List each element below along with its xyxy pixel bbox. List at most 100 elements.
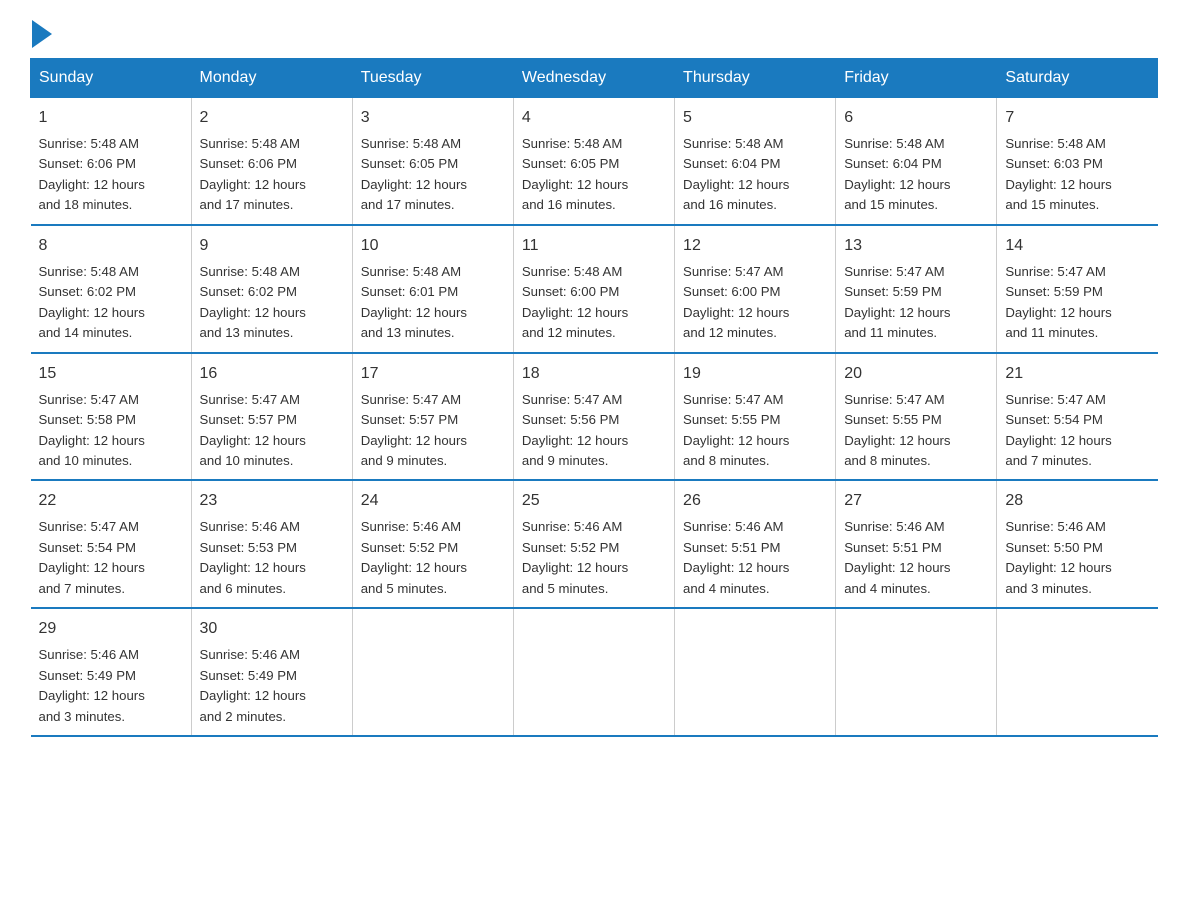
cell-content: Sunrise: 5:46 AMSunset: 5:49 PMDaylight:… <box>39 645 183 727</box>
cell-content: Sunrise: 5:47 AMSunset: 5:57 PMDaylight:… <box>200 390 344 472</box>
day-number: 22 <box>39 489 183 513</box>
calendar-cell: 16 Sunrise: 5:47 AMSunset: 5:57 PMDayligh… <box>191 353 352 481</box>
calendar-cell <box>513 608 674 736</box>
cell-content: Sunrise: 5:46 AMSunset: 5:52 PMDaylight:… <box>361 517 505 599</box>
calendar-cell: 27 Sunrise: 5:46 AMSunset: 5:51 PMDayligh… <box>836 480 997 608</box>
day-number: 30 <box>200 617 344 641</box>
calendar-cell: 19 Sunrise: 5:47 AMSunset: 5:55 PMDayligh… <box>675 353 836 481</box>
cell-content: Sunrise: 5:47 AMSunset: 5:54 PMDaylight:… <box>1005 390 1149 472</box>
day-number: 21 <box>1005 362 1149 386</box>
week-row-2: 8 Sunrise: 5:48 AMSunset: 6:02 PMDaylight… <box>31 225 1158 353</box>
calendar-cell: 28 Sunrise: 5:46 AMSunset: 5:50 PMDayligh… <box>997 480 1158 608</box>
day-number: 5 <box>683 106 827 130</box>
calendar-cell: 13Sunrise: 5:47 AMSunset: 5:59 PMDayligh… <box>836 225 997 353</box>
cell-content: Sunrise: 5:46 AMSunset: 5:53 PMDaylight:… <box>200 517 344 599</box>
cell-content: Sunrise: 5:46 AMSunset: 5:52 PMDaylight:… <box>522 517 666 599</box>
calendar-cell: 18Sunrise: 5:47 AMSunset: 5:56 PMDayligh… <box>513 353 674 481</box>
calendar-cell: 15 Sunrise: 5:47 AMSunset: 5:58 PMDayligh… <box>31 353 192 481</box>
calendar-cell: 1Sunrise: 5:48 AMSunset: 6:06 PMDaylight… <box>31 98 192 225</box>
calendar-cell: 2 Sunrise: 5:48 AMSunset: 6:06 PMDaylight… <box>191 98 352 225</box>
header-sunday: Sunday <box>31 59 192 98</box>
calendar-cell <box>997 608 1158 736</box>
cell-content: Sunrise: 5:48 AMSunset: 6:06 PMDaylight:… <box>200 134 344 216</box>
cell-content: Sunrise: 5:48 AMSunset: 6:02 PMDaylight:… <box>200 262 344 344</box>
day-number: 10 <box>361 234 505 258</box>
day-number: 1 <box>39 106 183 130</box>
day-number: 14 <box>1005 234 1149 258</box>
cell-content: Sunrise: 5:48 AMSunset: 6:02 PMDaylight:… <box>39 262 183 344</box>
logo <box>30 20 52 48</box>
day-number: 7 <box>1005 106 1149 130</box>
day-number: 8 <box>39 234 183 258</box>
week-row-3: 15 Sunrise: 5:47 AMSunset: 5:58 PMDayligh… <box>31 353 1158 481</box>
day-number: 11 <box>522 234 666 258</box>
header-monday: Monday <box>191 59 352 98</box>
cell-content: Sunrise: 5:48 AMSunset: 6:04 PMDaylight:… <box>683 134 827 216</box>
day-number: 27 <box>844 489 988 513</box>
calendar-cell: 29 Sunrise: 5:46 AMSunset: 5:49 PMDayligh… <box>31 608 192 736</box>
cell-content: Sunrise: 5:47 AMSunset: 5:55 PMDaylight:… <box>844 390 988 472</box>
cell-content: Sunrise: 5:46 AMSunset: 5:51 PMDaylight:… <box>683 517 827 599</box>
cell-content: Sunrise: 5:47 AMSunset: 5:57 PMDaylight:… <box>361 390 505 472</box>
calendar-cell: 5 Sunrise: 5:48 AMSunset: 6:04 PMDaylight… <box>675 98 836 225</box>
calendar-cell: 3 Sunrise: 5:48 AMSunset: 6:05 PMDaylight… <box>352 98 513 225</box>
calendar-cell: 7 Sunrise: 5:48 AMSunset: 6:03 PMDaylight… <box>997 98 1158 225</box>
cell-content: Sunrise: 5:46 AMSunset: 5:50 PMDaylight:… <box>1005 517 1149 599</box>
calendar-cell: 23Sunrise: 5:46 AMSunset: 5:53 PMDayligh… <box>191 480 352 608</box>
calendar-cell <box>836 608 997 736</box>
calendar-cell: 20 Sunrise: 5:47 AMSunset: 5:55 PMDayligh… <box>836 353 997 481</box>
cell-content: Sunrise: 5:48 AMSunset: 6:00 PMDaylight:… <box>522 262 666 344</box>
cell-content: Sunrise: 5:47 AMSunset: 6:00 PMDaylight:… <box>683 262 827 344</box>
day-number: 2 <box>200 106 344 130</box>
calendar-cell <box>352 608 513 736</box>
day-number: 29 <box>39 617 183 641</box>
day-number: 28 <box>1005 489 1149 513</box>
calendar-cell: 14 Sunrise: 5:47 AMSunset: 5:59 PMDayligh… <box>997 225 1158 353</box>
cell-content: Sunrise: 5:48 AMSunset: 6:05 PMDaylight:… <box>522 134 666 216</box>
cell-content: Sunrise: 5:48 AMSunset: 6:03 PMDaylight:… <box>1005 134 1149 216</box>
calendar-cell: 17 Sunrise: 5:47 AMSunset: 5:57 PMDayligh… <box>352 353 513 481</box>
week-row-5: 29 Sunrise: 5:46 AMSunset: 5:49 PMDayligh… <box>31 608 1158 736</box>
week-row-4: 22 Sunrise: 5:47 AMSunset: 5:54 PMDayligh… <box>31 480 1158 608</box>
calendar-cell: 24Sunrise: 5:46 AMSunset: 5:52 PMDayligh… <box>352 480 513 608</box>
calendar-cell: 21 Sunrise: 5:47 AMSunset: 5:54 PMDayligh… <box>997 353 1158 481</box>
cell-content: Sunrise: 5:48 AMSunset: 6:04 PMDaylight:… <box>844 134 988 216</box>
cell-content: Sunrise: 5:46 AMSunset: 5:51 PMDaylight:… <box>844 517 988 599</box>
calendar-cell: 6Sunrise: 5:48 AMSunset: 6:04 PMDaylight… <box>836 98 997 225</box>
calendar-cell: 9 Sunrise: 5:48 AMSunset: 6:02 PMDaylight… <box>191 225 352 353</box>
calendar-cell: 8 Sunrise: 5:48 AMSunset: 6:02 PMDaylight… <box>31 225 192 353</box>
calendar-table: SundayMondayTuesdayWednesdayThursdayFrid… <box>30 58 1158 737</box>
day-number: 15 <box>39 362 183 386</box>
day-number: 25 <box>522 489 666 513</box>
day-number: 19 <box>683 362 827 386</box>
calendar-cell: 26 Sunrise: 5:46 AMSunset: 5:51 PMDayligh… <box>675 480 836 608</box>
calendar-header-row: SundayMondayTuesdayWednesdayThursdayFrid… <box>31 59 1158 98</box>
cell-content: Sunrise: 5:47 AMSunset: 5:54 PMDaylight:… <box>39 517 183 599</box>
cell-content: Sunrise: 5:47 AMSunset: 5:58 PMDaylight:… <box>39 390 183 472</box>
cell-content: Sunrise: 5:47 AMSunset: 5:55 PMDaylight:… <box>683 390 827 472</box>
calendar-cell: 30Sunrise: 5:46 AMSunset: 5:49 PMDayligh… <box>191 608 352 736</box>
day-number: 17 <box>361 362 505 386</box>
week-row-1: 1 Sunrise: 5:48 AMSunset: 6:06 PMDaylight… <box>31 98 1158 225</box>
day-number: 20 <box>844 362 988 386</box>
header-friday: Friday <box>836 59 997 98</box>
day-number: 9 <box>200 234 344 258</box>
calendar-cell: 10 Sunrise: 5:48 AMSunset: 6:01 PMDayligh… <box>352 225 513 353</box>
header-tuesday: Tuesday <box>352 59 513 98</box>
day-number: 4 <box>522 106 666 130</box>
cell-content: Sunrise: 5:47 AMSunset: 5:59 PMDaylight:… <box>1005 262 1149 344</box>
header-thursday: Thursday <box>675 59 836 98</box>
calendar-cell: 25 Sunrise: 5:46 AMSunset: 5:52 PMDayligh… <box>513 480 674 608</box>
day-number: 3 <box>361 106 505 130</box>
calendar-cell: 4 Sunrise: 5:48 AMSunset: 6:05 PMDaylight… <box>513 98 674 225</box>
day-number: 26 <box>683 489 827 513</box>
cell-content: Sunrise: 5:48 AMSunset: 6:05 PMDaylight:… <box>361 134 505 216</box>
day-number: 18 <box>522 362 666 386</box>
day-number: 16 <box>200 362 344 386</box>
day-number: 12 <box>683 234 827 258</box>
page-header <box>30 20 1158 48</box>
calendar-cell <box>675 608 836 736</box>
day-number: 13 <box>844 234 988 258</box>
calendar-cell: 11 Sunrise: 5:48 AMSunset: 6:00 PMDayligh… <box>513 225 674 353</box>
cell-content: Sunrise: 5:48 AMSunset: 6:01 PMDaylight:… <box>361 262 505 344</box>
